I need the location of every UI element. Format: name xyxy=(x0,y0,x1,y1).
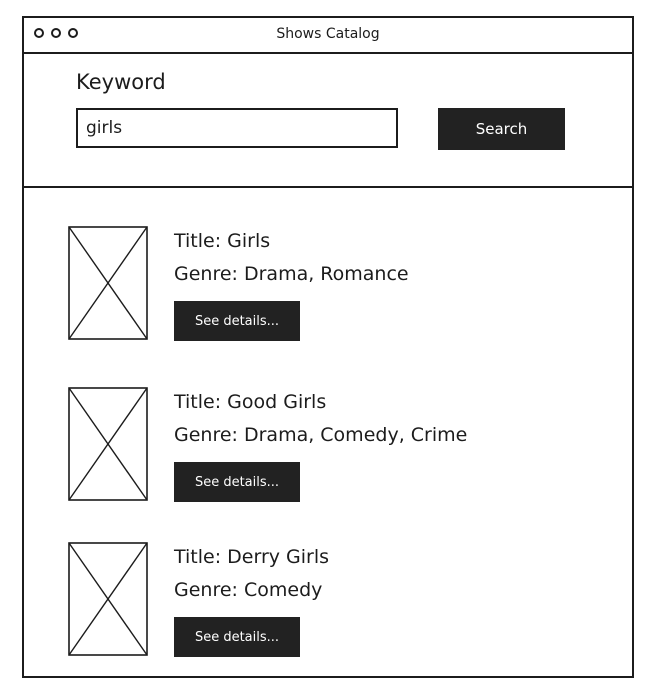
see-details-button[interactable]: See details... xyxy=(174,617,300,657)
item-genre: Genre: Drama, Comedy, Crime xyxy=(174,424,468,446)
app-window: Shows Catalog Keyword Search Title: Girl… xyxy=(22,16,634,678)
result-item: Title: Girls Genre: Drama, Romance See d… xyxy=(68,226,608,344)
item-title: Title: Good Girls xyxy=(174,391,327,413)
see-details-button[interactable]: See details... xyxy=(174,301,300,341)
see-details-button[interactable]: See details... xyxy=(174,462,300,502)
item-genre: Genre: Comedy xyxy=(174,579,323,601)
item-title: Title: Derry Girls xyxy=(174,546,330,568)
item-genre: Genre: Drama, Romance xyxy=(174,263,409,285)
image-placeholder-icon xyxy=(68,542,148,656)
result-item: Title: Derry Girls Genre: Comedy See det… xyxy=(68,542,608,660)
image-placeholder-icon xyxy=(68,387,148,501)
title-bar: Shows Catalog xyxy=(24,18,632,54)
results-list: Title: Girls Genre: Drama, Romance See d… xyxy=(24,188,632,676)
search-button[interactable]: Search xyxy=(438,108,565,150)
keyword-input[interactable] xyxy=(76,108,398,148)
image-placeholder-icon xyxy=(68,226,148,340)
item-title: Title: Girls xyxy=(174,230,271,252)
search-panel: Keyword Search xyxy=(24,54,632,188)
keyword-label: Keyword xyxy=(76,70,166,94)
window-title: Shows Catalog xyxy=(276,26,380,42)
result-item: Title: Good Girls Genre: Drama, Comedy, … xyxy=(68,387,608,505)
